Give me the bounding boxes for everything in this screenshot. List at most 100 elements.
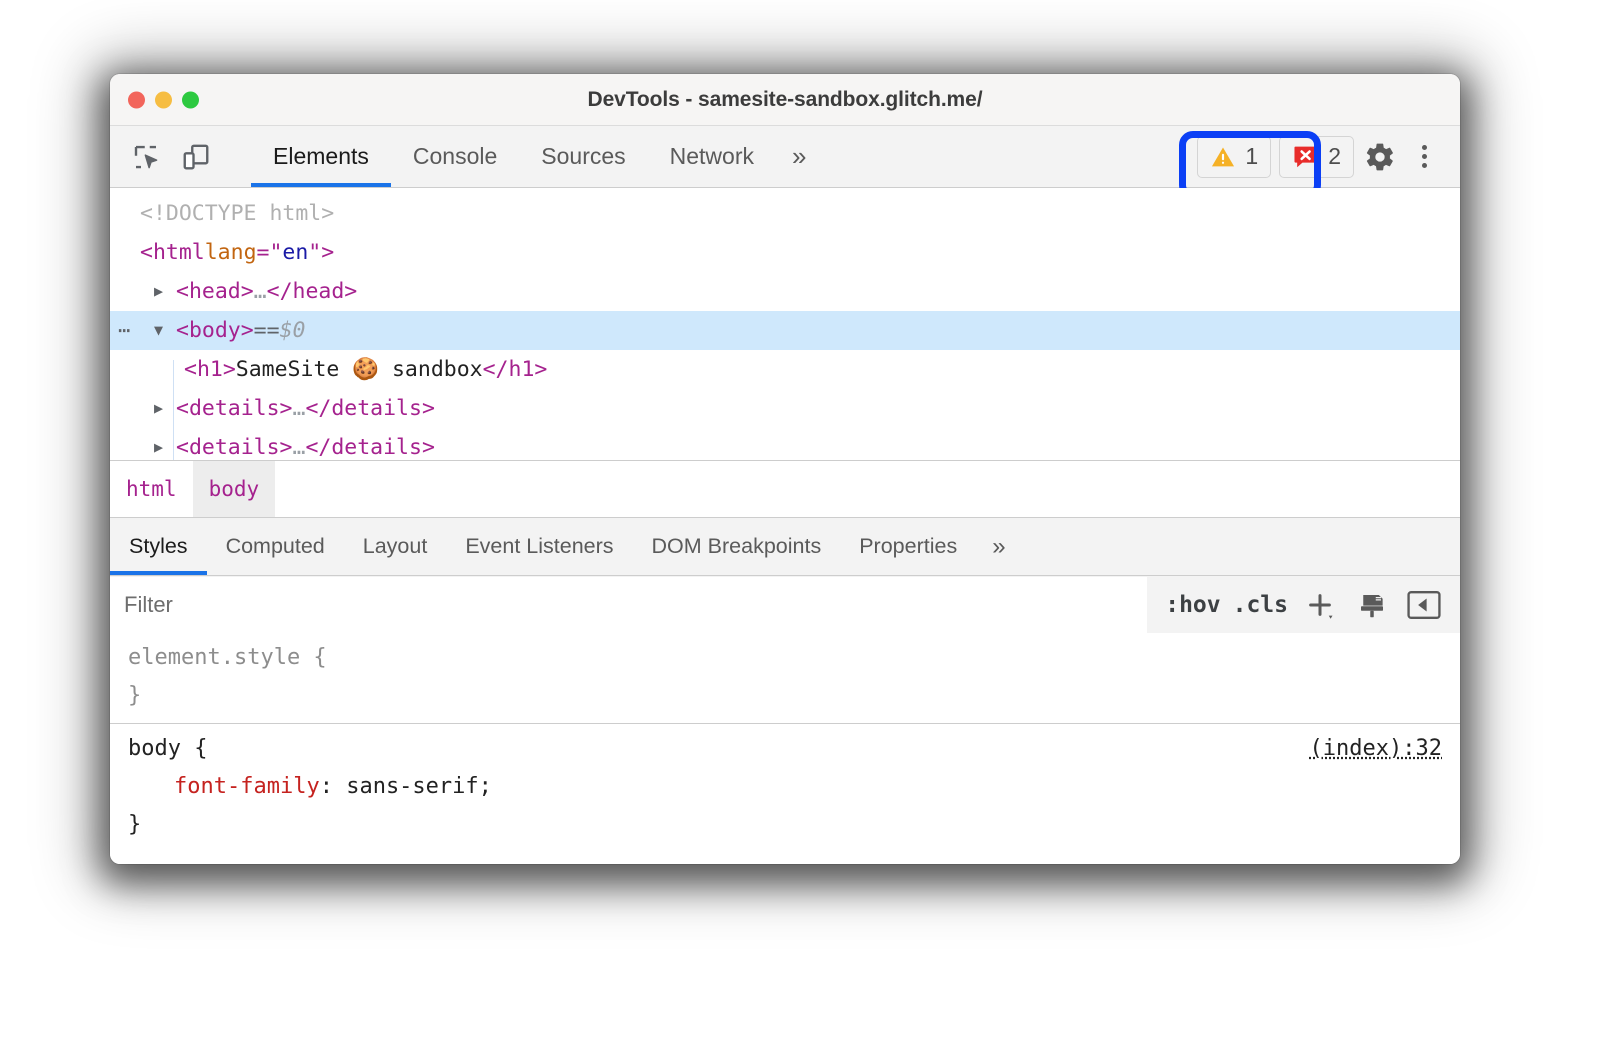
tab-properties-label: Properties (859, 534, 957, 559)
tab-sources[interactable]: Sources (519, 126, 647, 187)
style-rule-selector[interactable]: body (128, 736, 181, 761)
style-rule-close-brace: } (128, 677, 1442, 715)
dom-row[interactable]: ▶<details>…</details> (110, 428, 1460, 460)
toggle-element-classes-button[interactable]: .cls (1233, 592, 1288, 618)
dom-node-content: SameSite 🍪 sandbox (236, 350, 483, 389)
style-rule-body[interactable]: (index):32 body { font-family: sans-seri… (110, 723, 1460, 852)
expand-arrow-icon[interactable]: ▶ (154, 272, 172, 311)
tab-elements-label: Elements (273, 143, 369, 170)
inspect-element-icon[interactable] (128, 139, 164, 175)
error-count: 2 (1328, 145, 1341, 168)
expand-arrow-icon[interactable]: ▶ (154, 428, 172, 460)
toolbar-right-icons: 1 2 (1197, 126, 1460, 187)
expand-arrow-icon[interactable]: ▶ (154, 389, 172, 428)
style-rule-open-brace: { (181, 736, 208, 761)
style-rule-element-style[interactable]: element.style { } (110, 633, 1460, 723)
dom-node-text: <html (140, 233, 205, 272)
style-rule-origin-link[interactable]: (index):32 (1310, 730, 1442, 768)
kebab-menu-icon[interactable] (1406, 137, 1442, 177)
tab-console[interactable]: Console (391, 126, 519, 187)
dom-node-eq: == (254, 311, 280, 350)
window-traffic-lights (128, 91, 199, 108)
tab-event-listeners-label: Event Listeners (465, 534, 613, 559)
window-title: DevTools - samesite-sandbox.glitch.me/ (110, 88, 1460, 112)
tab-layout-label: Layout (363, 534, 428, 559)
panel-tabs: Elements Console Sources Network » (251, 126, 1197, 187)
tab-console-label: Console (413, 143, 497, 170)
dom-row[interactable]: ▶<head>…</head> (110, 272, 1460, 311)
breadcrumb: html body (110, 460, 1460, 517)
tab-network-label: Network (670, 143, 754, 170)
devtools-window: DevTools - samesite-sandbox.glitch.me/ (110, 74, 1460, 864)
style-rule-header: element.style { (128, 639, 1442, 677)
dom-tree: <!DOCTYPE html> <html lang="en"> ▶<head>… (110, 188, 1460, 460)
close-window-button[interactable] (128, 91, 145, 108)
dom-node-text: <h1> (184, 350, 236, 389)
collapse-panel-icon[interactable] (1404, 585, 1444, 625)
dom-node-console-ref: $0 (280, 311, 306, 350)
dom-ellipsis: … (293, 428, 306, 460)
zoom-window-button[interactable] (182, 91, 199, 108)
toggle-pseudo-classes-button[interactable]: :hov (1165, 592, 1220, 618)
styles-filter-input[interactable] (110, 577, 1147, 633)
tab-dom-breakpoints-label: DOM Breakpoints (652, 534, 822, 559)
more-tabs-chevron-icon[interactable]: » (776, 126, 822, 187)
dom-node-text: <head> (176, 272, 254, 311)
warning-counter-button[interactable]: 1 (1197, 136, 1271, 178)
tab-properties[interactable]: Properties (840, 518, 976, 575)
devtools-toolbar: Elements Console Sources Network » 1 (110, 126, 1460, 188)
tab-styles-label: Styles (129, 534, 188, 559)
dom-attr-name: lang (205, 233, 257, 272)
plus-icon[interactable] (1300, 585, 1340, 625)
style-rule-close-brace: } (128, 806, 1442, 844)
device-toolbar-icon[interactable] (178, 139, 214, 175)
print-style-icon[interactable] (1352, 585, 1392, 625)
style-property-value[interactable]: sans-serif; (346, 774, 492, 799)
style-rule-header: body { (128, 730, 1442, 768)
tab-computed[interactable]: Computed (207, 518, 344, 575)
tab-layout[interactable]: Layout (344, 518, 447, 575)
style-property-name[interactable]: font-family (128, 774, 320, 799)
dom-node-text: </details> (305, 428, 434, 460)
tab-styles[interactable]: Styles (110, 518, 207, 575)
dom-row[interactable]: <!DOCTYPE html> (110, 194, 1460, 233)
styles-filter-toolbar: :hov .cls (110, 575, 1460, 633)
window-titlebar: DevTools - samesite-sandbox.glitch.me/ (110, 74, 1460, 126)
dom-node-text: =" (257, 233, 283, 272)
node-badge-icon[interactable]: ⋯ (118, 311, 131, 350)
dom-row[interactable]: <h1>SameSite 🍪 sandbox</h1> (110, 350, 1460, 389)
tab-sources-label: Sources (541, 143, 625, 170)
style-rule-open-brace: { (300, 645, 327, 670)
dom-node-text: <!DOCTYPE html> (140, 194, 334, 233)
styles-sidebar-tabs: Styles Computed Layout Event Listeners D… (110, 517, 1460, 575)
breadcrumb-item-html[interactable]: html (110, 461, 193, 517)
dom-row[interactable]: <html lang="en"> (110, 233, 1460, 272)
error-counter-button[interactable]: 2 (1279, 136, 1354, 178)
dom-node-text: <details> (176, 428, 293, 460)
more-sidebar-tabs-chevron-icon[interactable]: » (976, 518, 1021, 575)
dom-attr-value: en (282, 233, 308, 272)
gear-icon[interactable] (1362, 139, 1398, 175)
tab-network[interactable]: Network (648, 126, 776, 187)
dom-ellipsis: … (254, 272, 267, 311)
styles-pane: element.style { } (index):32 body { font… (110, 633, 1460, 864)
tab-dom-breakpoints[interactable]: DOM Breakpoints (633, 518, 841, 575)
toolbar-left-icons (110, 126, 251, 187)
style-declaration[interactable]: font-family: sans-serif; (128, 768, 1442, 806)
dom-node-text: <details> (176, 389, 293, 428)
dom-node-text: </h1> (483, 350, 548, 389)
dom-node-text: </details> (305, 389, 434, 428)
breadcrumb-item-body[interactable]: body (193, 461, 276, 517)
tab-elements[interactable]: Elements (251, 126, 391, 187)
warning-triangle-icon (1210, 144, 1236, 170)
error-bubble-icon (1292, 143, 1319, 170)
dom-row[interactable]: ▶<details>…</details> (110, 389, 1460, 428)
dom-node-text: <body> (176, 311, 254, 350)
styles-filter-actions: :hov .cls (1147, 585, 1460, 625)
collapse-arrow-icon[interactable]: ▼ (154, 311, 172, 350)
minimize-window-button[interactable] (155, 91, 172, 108)
dom-row-selected[interactable]: ⋯ ▼<body> == $0 (110, 311, 1460, 350)
style-rule-selector[interactable]: element.style (128, 645, 300, 670)
dom-ellipsis: … (293, 389, 306, 428)
tab-event-listeners[interactable]: Event Listeners (446, 518, 632, 575)
